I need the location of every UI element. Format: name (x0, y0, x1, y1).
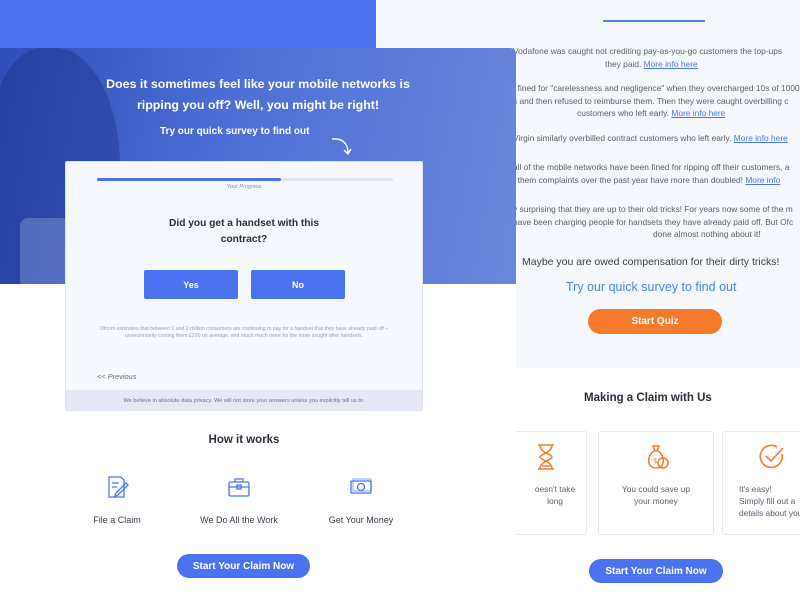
info-paragraph: y surprising that they are up to their o… (513, 203, 793, 241)
more-info-link[interactable]: More info (745, 175, 780, 185)
hero-try-survey: Try our quick survey to find out (160, 126, 310, 137)
ofcom-note: Ofcom estimates that between 1 and 2 mil… (99, 326, 389, 340)
try-survey-text: Try our quick survey to find out (566, 280, 737, 294)
paragraph-text: f them complaints over the past year hav… (513, 174, 743, 185)
card-text: It's easy! Simply fill out a details abo… (739, 484, 800, 518)
more-info-link[interactable]: More info here (671, 108, 725, 118)
more-info-link[interactable]: More info here (644, 59, 698, 69)
paragraph-text: done almost nothing about it! (653, 229, 761, 239)
feature-card-quick: oesn't take long (505, 431, 587, 535)
svg-text:$: $ (653, 457, 657, 465)
checkmark-circle-icon (759, 444, 784, 469)
start-claim-button-right[interactable]: Start Your Claim Now (589, 559, 723, 583)
paragraph-text: s and then refused to reimburse them. Th… (513, 95, 789, 106)
survey-question: Did you get a handset with this contract… (66, 216, 422, 248)
hero-headline-text: Does it sometimes feel like your mobile … (106, 77, 410, 112)
info-paragraph: all of the mobile networks have been fin… (513, 161, 789, 186)
survey-page: Does it sometimes feel like your mobile … (0, 48, 516, 600)
info-paragraph: t fined for "carelessness and negligence… (513, 82, 800, 120)
info-paragraph: Vodafone was caught not crediting pay-as… (513, 45, 782, 70)
section-divider (603, 20, 705, 22)
step-label: File a Claim (93, 515, 141, 525)
paragraph-text: Vodafone was caught not crediting pay-as… (513, 46, 783, 56)
paragraph-text: y surprising that they are up to their o… (513, 204, 793, 214)
step-we-do-work: We Do All the Work (184, 474, 294, 525)
step-get-money: Get Your Money (306, 474, 416, 525)
top-banner-strip (0, 0, 376, 48)
privacy-notice: We believe in absolute data privacy. We … (66, 390, 422, 410)
info-paragraph: Virgin similarly overbilled contract cus… (513, 132, 788, 145)
no-button[interactable]: No (251, 270, 345, 299)
cash-icon (350, 478, 372, 494)
card-text: oesn't take long (534, 484, 576, 506)
survey-question-text: Did you get a handset with this contract… (169, 218, 319, 245)
hourglass-icon (538, 444, 554, 470)
document-edit-icon (108, 476, 129, 498)
paragraph-text: customers who left early. (577, 108, 670, 118)
curved-arrow-icon (331, 138, 352, 156)
card-text: You could save up your money (621, 484, 691, 506)
progress-bar (97, 178, 393, 181)
progress-fill (97, 178, 281, 181)
yes-button[interactable]: Yes (144, 270, 238, 299)
hero-phone-image (20, 218, 70, 284)
previous-link[interactable]: << Previous (97, 372, 136, 381)
paragraph-text: t fined for "carelessness and negligence… (513, 83, 800, 93)
feature-card-save: $ You could save up your money (598, 431, 714, 535)
paragraph-text: Virgin similarly overbilled contract cus… (513, 133, 732, 143)
feature-card-easy: It's easy! Simply fill out a details abo… (722, 431, 800, 535)
paragraph-text: they paid. (605, 58, 642, 69)
start-claim-button-left[interactable]: Start Your Claim Now (177, 554, 310, 578)
making-claim-title: Making a Claim with Us (584, 392, 712, 404)
paragraph-text: have been charging people for handsets t… (513, 216, 794, 227)
progress-label: Your Progress (226, 184, 262, 190)
step-file-claim: File a Claim (62, 474, 172, 525)
paragraph-text: all of the mobile networks have been fin… (513, 162, 790, 172)
step-label: Get Your Money (328, 515, 394, 525)
money-bag-icon: $ (647, 445, 669, 469)
how-it-works-title: How it works (208, 434, 280, 446)
hero-headline: Does it sometimes feel like your mobile … (0, 74, 516, 116)
more-info-link[interactable]: More info here (734, 133, 788, 143)
briefcase-icon (228, 478, 250, 497)
start-quiz-button[interactable]: Start Quiz (588, 309, 722, 334)
survey-card: Your Progress Did you get a handset with… (65, 161, 423, 411)
owed-compensation-text: Maybe you are owed compensation for thei… (522, 256, 780, 268)
step-label: We Do All the Work (200, 515, 278, 525)
survey-body: Your Progress Did you get a handset with… (66, 162, 422, 390)
